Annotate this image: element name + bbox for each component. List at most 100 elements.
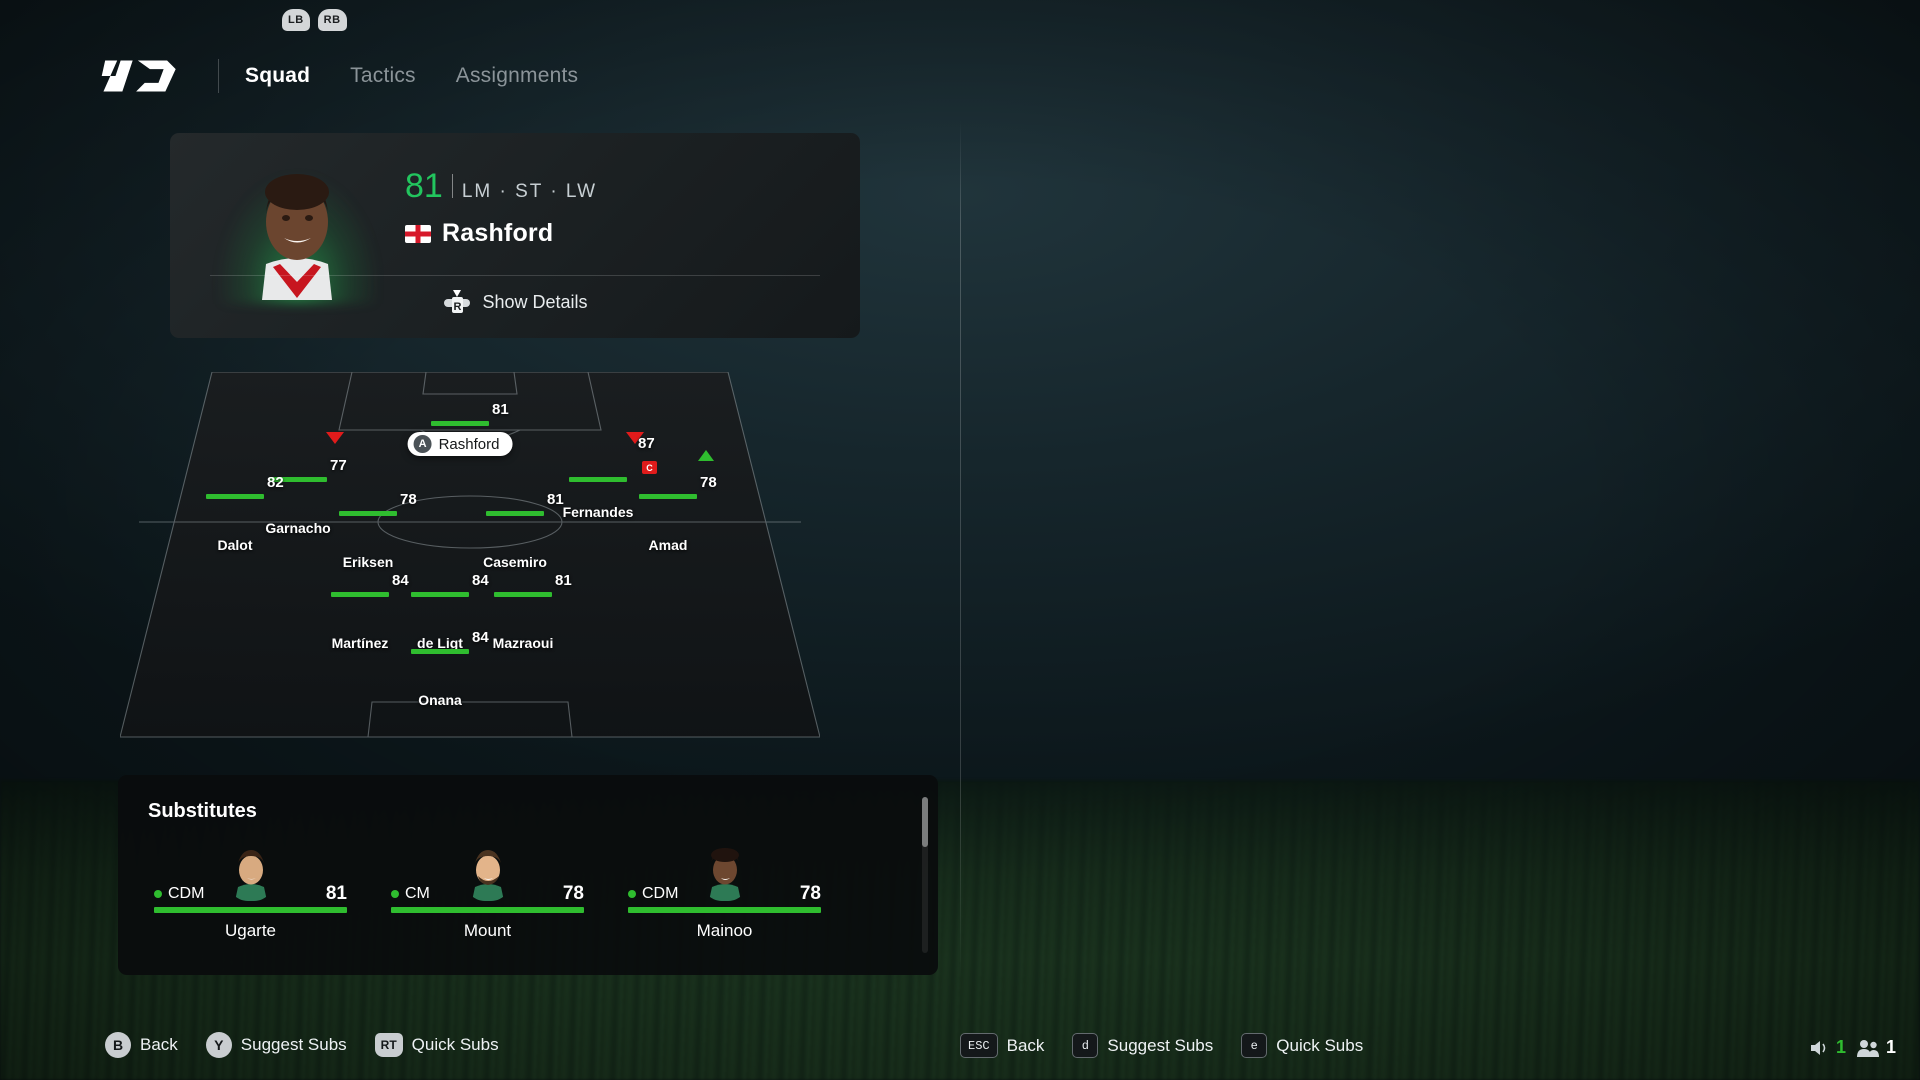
players-indicator[interactable]: 1 bbox=[1856, 1037, 1896, 1058]
player-fitness-bar bbox=[431, 421, 489, 426]
player-fitness-bar bbox=[411, 649, 469, 654]
sub-fitness-bar bbox=[154, 907, 347, 913]
svg-text:R: R bbox=[454, 301, 462, 313]
sub-rating: 78 bbox=[799, 883, 821, 904]
player-name: Mazraoui bbox=[492, 635, 554, 651]
selected-player-pill[interactable]: A Rashford bbox=[407, 432, 513, 456]
left-action-suggest-subs[interactable]: Y Suggest Subs bbox=[205, 1032, 347, 1058]
player-rating: 81 bbox=[492, 401, 509, 418]
right-action-back-label: Back bbox=[1006, 1035, 1045, 1055]
player-form-arrow-down-icon bbox=[326, 432, 344, 444]
position-dot-icon bbox=[391, 890, 399, 898]
player-face-icon bbox=[708, 848, 741, 901]
player-rating: 82 bbox=[267, 474, 284, 491]
player-rating: 84 bbox=[392, 572, 409, 589]
left-tab-assignments[interactable]: Assignments bbox=[456, 64, 578, 88]
right-actions: ESC Back d Suggest Subs e Quick Subs bbox=[960, 1033, 1363, 1058]
left-header: Squad Tactics Assignments bbox=[100, 50, 578, 102]
player-name: Dalot bbox=[217, 537, 253, 553]
player-name: Martínez bbox=[331, 635, 389, 651]
sub-card-ugarte[interactable]: CDM 81 Ugarte bbox=[148, 845, 353, 955]
player-fitness-bar bbox=[639, 494, 697, 499]
left-team-panel: LB RB Squad Tactics Assignments 81 LM · … bbox=[0, 0, 960, 1010]
left-player-portrait bbox=[262, 174, 332, 300]
sub-position-label: CDM bbox=[168, 885, 205, 902]
player-form-arrow-up-icon bbox=[698, 450, 714, 461]
player-name: Fernandes bbox=[562, 504, 634, 520]
left-nav: Squad Tactics Assignments bbox=[245, 64, 578, 88]
left-tab-squad[interactable]: Squad bbox=[245, 64, 310, 88]
player-fitness-bar bbox=[206, 494, 264, 499]
player-fitness-bar bbox=[411, 592, 469, 597]
right-action-suggest-subs[interactable]: d Suggest Subs bbox=[1072, 1033, 1213, 1058]
player-face-icon bbox=[471, 850, 504, 901]
selected-player-name: Rashford bbox=[438, 435, 500, 453]
england-flag-icon bbox=[405, 224, 431, 243]
left-show-details-label: Show Details bbox=[482, 291, 588, 312]
players-value: 1 bbox=[1885, 1037, 1896, 1057]
sub-position: CDM bbox=[628, 885, 678, 903]
left-pitch[interactable]: 81 A Rashford 77 Garnacho 82 Dalot C 87 … bbox=[120, 372, 820, 742]
captain-armband-icon: C bbox=[642, 461, 657, 474]
left-tab-hints: LB RB bbox=[282, 9, 347, 31]
player-fitness-bar bbox=[494, 592, 552, 597]
sub-position: CM bbox=[391, 885, 430, 903]
volume-indicator[interactable]: 1 bbox=[1808, 1037, 1846, 1058]
sub-rating: 81 bbox=[325, 883, 347, 904]
rb-bumper-hint[interactable]: RB bbox=[317, 9, 347, 31]
left-player-info: 81 LM · ST · LW Rashford bbox=[405, 169, 597, 248]
d-key-icon: d bbox=[1072, 1033, 1099, 1058]
left-pitch-lines bbox=[120, 372, 820, 738]
right-action-suggest-subs-label: Suggest Subs bbox=[1107, 1035, 1214, 1055]
player-rating: 78 bbox=[700, 474, 717, 491]
left-action-back-label: Back bbox=[140, 1035, 178, 1054]
left-substitutes-panel[interactable]: Substitutes CDM 81 Ugarte CM 78 Mount CD… bbox=[118, 775, 938, 975]
left-nav-separator bbox=[218, 59, 219, 93]
player-name: Garnacho bbox=[265, 520, 331, 536]
left-action-quick-subs-label: Quick Subs bbox=[411, 1035, 499, 1054]
rt-trigger-icon: RT bbox=[374, 1033, 403, 1057]
left-substitutes-scrollbar[interactable] bbox=[922, 797, 928, 953]
right-stick-press-icon: R bbox=[444, 290, 471, 313]
left-tab-tactics[interactable]: Tactics bbox=[350, 64, 416, 88]
player-rating: 81 bbox=[547, 491, 564, 508]
sub-card-mainoo[interactable]: CDM 78 Mainoo bbox=[622, 845, 827, 955]
left-action-back[interactable]: B Back bbox=[105, 1032, 178, 1058]
left-player-positions: LM · ST · LW bbox=[461, 181, 598, 202]
left-action-quick-subs[interactable]: RT Quick Subs bbox=[374, 1033, 499, 1057]
right-action-quick-subs[interactable]: e Quick Subs bbox=[1241, 1033, 1363, 1058]
player-fitness-bar bbox=[331, 592, 389, 597]
right-team-panel: x c Squad Tactics Assignments bbox=[960, 0, 1920, 1010]
left-show-details-button[interactable]: R Show Details bbox=[170, 289, 860, 315]
left-player-card[interactable]: 81 LM · ST · LW Rashford R Show Details bbox=[170, 133, 860, 338]
right-action-quick-subs-label: Quick Subs bbox=[1276, 1035, 1364, 1055]
player-name: Onana bbox=[418, 692, 462, 708]
players-icon bbox=[1856, 1039, 1879, 1057]
bottom-action-bar: B Back Y Suggest Subs RT Quick Subs ESC … bbox=[0, 1008, 1920, 1080]
sub-card-mount[interactable]: CM 78 Mount bbox=[385, 845, 590, 955]
right-action-back[interactable]: ESC Back bbox=[960, 1033, 1044, 1058]
left-action-suggest-subs-label: Suggest Subs bbox=[240, 1035, 347, 1054]
b-button-icon: B bbox=[105, 1032, 131, 1058]
speaker-icon bbox=[1810, 1040, 1826, 1055]
sub-name: Mount bbox=[463, 921, 512, 940]
sub-position-label: CDM bbox=[642, 885, 679, 902]
left-player-name: Rashford bbox=[442, 219, 554, 247]
player-rating: 84 bbox=[472, 629, 489, 646]
left-card-rule bbox=[210, 275, 820, 276]
e-key-icon: e bbox=[1241, 1033, 1268, 1058]
player-rating: 81 bbox=[555, 572, 572, 589]
esc-key-icon: ESC bbox=[960, 1033, 998, 1058]
a-button-icon: A bbox=[413, 435, 432, 453]
volume-value: 1 bbox=[1835, 1037, 1846, 1057]
y-button-icon: Y bbox=[205, 1032, 232, 1058]
left-rating-divider bbox=[451, 174, 453, 198]
player-face-icon bbox=[234, 850, 267, 901]
sub-rating: 78 bbox=[562, 883, 584, 904]
player-rating: 87 bbox=[638, 435, 655, 452]
lb-bumper-hint[interactable]: LB bbox=[282, 9, 310, 31]
player-rating: 78 bbox=[400, 491, 417, 508]
position-dot-icon bbox=[154, 890, 162, 898]
player-name: Amad bbox=[648, 537, 688, 553]
sub-position: CDM bbox=[154, 885, 204, 903]
